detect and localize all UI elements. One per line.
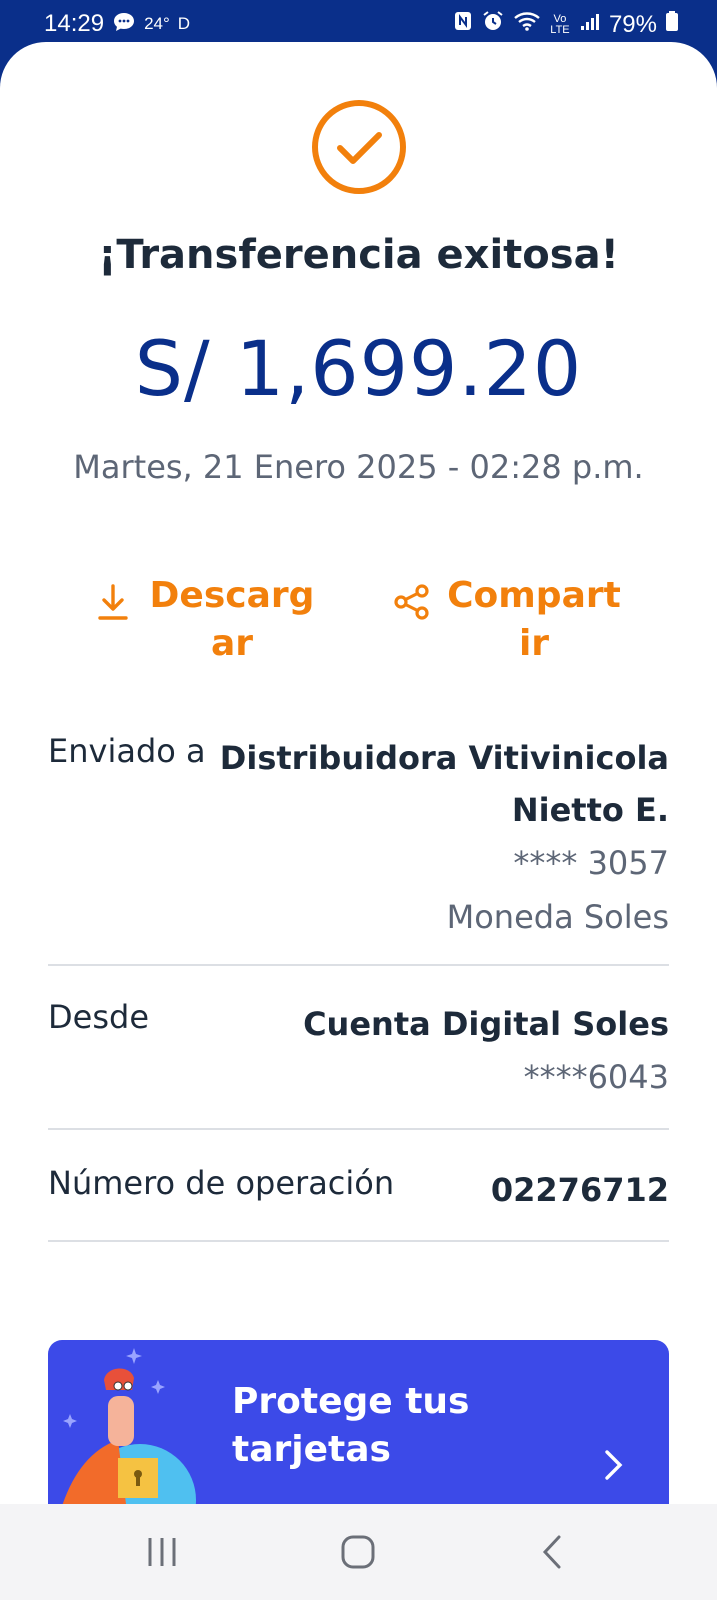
operation-number: 02276712 <box>490 1171 669 1209</box>
promo-banner[interactable]: Protege tus tarjetas <box>48 1340 669 1504</box>
download-icon <box>96 582 130 631</box>
wifi-icon <box>513 10 541 39</box>
from-values: Cuenta Digital Soles ****6043 <box>303 998 669 1104</box>
download-label: Descargar <box>149 575 315 664</box>
check-circle-icon <box>310 98 408 196</box>
receipt-sheet: ¡Transferencia exitosa! S/ 1,699.20 Mart… <box>0 42 717 1504</box>
recipient-account: **** 3057 <box>513 844 669 882</box>
download-button[interactable]: Descargar <box>96 572 322 668</box>
source-account-number: ****6043 <box>523 1058 669 1096</box>
transfer-amount: S/ 1,699.20 <box>134 324 583 413</box>
operation-values: 02276712 <box>491 1164 669 1216</box>
operation-label: Número de operación <box>48 1164 395 1202</box>
volte-indicator: Vo LTE <box>550 12 570 36</box>
sent-to-values: Distribuidora Vitivinicola Nietto E. ***… <box>220 732 669 944</box>
success-title: ¡Transferencia exitosa! <box>98 232 619 278</box>
battery-percentage: 79% <box>608 10 657 38</box>
promo-title: Protege tus tarjetas <box>232 1381 470 1470</box>
status-network-letter: D <box>177 14 191 33</box>
recipient-currency: Moneda Soles <box>446 898 669 936</box>
home-icon[interactable] <box>340 1534 376 1574</box>
nfc-icon <box>453 10 473 39</box>
status-bar-right: Vo LTE 79% <box>453 10 679 39</box>
recents-icon[interactable] <box>146 1534 178 1574</box>
promo-illustration <box>62 1348 196 1504</box>
recipient-name-line1: Distribuidora Vitivinicola <box>219 739 669 777</box>
back-icon[interactable] <box>540 1534 564 1574</box>
battery-icon <box>665 10 679 39</box>
from-label: Desde <box>48 998 149 1036</box>
share-button[interactable]: Compartir <box>392 572 624 668</box>
status-time: 14:29 <box>44 10 105 37</box>
divider <box>48 964 669 966</box>
signal-icon <box>579 10 601 39</box>
alarm-icon <box>481 10 505 39</box>
transfer-datetime: Martes, 21 Enero 2025 - 02:28 p.m. <box>73 448 644 486</box>
source-account-name: Cuenta Digital Soles <box>303 1005 669 1043</box>
chevron-right-icon[interactable] <box>603 1448 625 1491</box>
share-label: Compartir <box>447 575 621 664</box>
divider <box>48 1128 669 1130</box>
sent-to-label: Enviado a <box>48 732 206 770</box>
status-temperature: 24° <box>144 14 170 33</box>
system-navigation-bar <box>0 1504 717 1600</box>
status-bar-left: 14:29 24° D <box>44 10 190 38</box>
recipient-name-line2: Nietto E. <box>511 791 669 829</box>
share-icon <box>392 582 432 631</box>
divider <box>48 1240 669 1242</box>
chat-icon <box>112 11 136 38</box>
